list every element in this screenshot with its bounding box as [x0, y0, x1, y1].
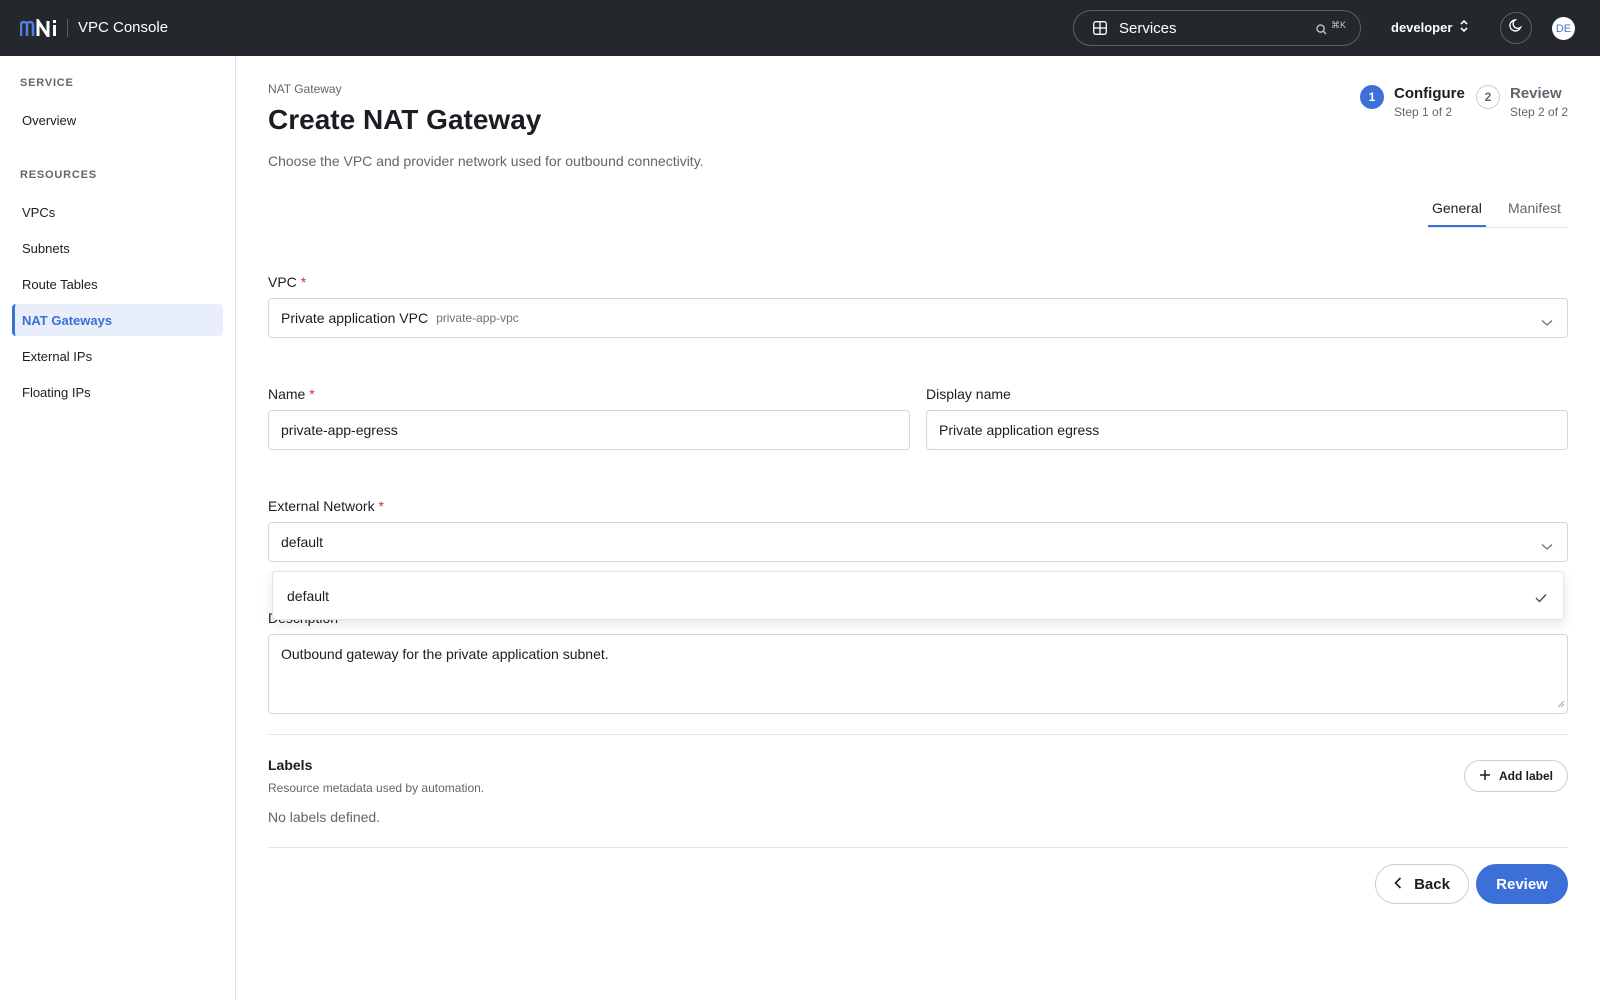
plus-icon	[1479, 769, 1491, 784]
step-configure[interactable]: 1 Configure Step 1 of 2	[1360, 85, 1465, 119]
services-label: Services	[1119, 20, 1177, 37]
sidebar-item-nat-gateways[interactable]: NAT Gateways	[12, 304, 223, 336]
add-label-button[interactable]: Add label	[1464, 760, 1568, 792]
vpc-label-text: VPC	[268, 274, 297, 290]
sidebar: SERVICE Overview RESOURCES VPCs Subnets …	[0, 56, 236, 1000]
breadcrumb[interactable]: NAT Gateway	[268, 82, 342, 96]
chevron-updown-icon	[1459, 19, 1469, 36]
chevron-left-icon	[1394, 876, 1402, 893]
display-name-input[interactable]: Private application egress	[926, 410, 1568, 450]
theme-toggle-button[interactable]	[1500, 12, 1532, 44]
external-network-dropdown: default	[272, 571, 1564, 620]
sidebar-heading-service: SERVICE	[20, 77, 74, 89]
tab-manifest[interactable]: Manifest	[1508, 200, 1561, 216]
app-title[interactable]: VPC Console	[78, 19, 168, 36]
main-content: NAT Gateway Create NAT Gateway Choose th…	[236, 56, 1600, 1000]
step-subtitle: Step 1 of 2	[1394, 105, 1453, 119]
top-bar: VPC Console Services ⌘K developer DE	[0, 0, 1600, 56]
project-name: developer	[1391, 20, 1453, 35]
external-network-label-text: External Network	[268, 498, 375, 514]
name-input[interactable]: private-app-egress	[268, 410, 910, 450]
step-title: Review	[1510, 85, 1562, 102]
resize-handle-icon[interactable]	[1557, 695, 1565, 711]
vpc-selected-value: Private application VPC	[281, 310, 429, 326]
page-subtitle: Choose the VPC and provider network used…	[268, 153, 704, 169]
back-label: Back	[1414, 875, 1450, 893]
chevron-down-icon	[1541, 538, 1553, 554]
external-network-label: External Network *	[268, 498, 384, 514]
description-value: Outbound gateway for the private applica…	[281, 646, 609, 662]
logo-divider	[67, 19, 68, 37]
step-number: 2	[1476, 85, 1500, 109]
mni-logo[interactable]	[20, 17, 58, 39]
description-textarea[interactable]: Outbound gateway for the private applica…	[268, 634, 1568, 714]
footer-divider	[268, 847, 1568, 848]
sidebar-item-external-ips[interactable]: External IPs	[12, 340, 223, 372]
services-search[interactable]: Services ⌘K	[1073, 10, 1361, 46]
step-title: Configure	[1394, 85, 1465, 102]
required-marker: *	[378, 498, 384, 514]
section-divider	[268, 734, 1568, 735]
review-button[interactable]: Review	[1476, 864, 1568, 904]
back-button[interactable]: Back	[1375, 864, 1469, 904]
add-label-text: Add label	[1498, 769, 1553, 783]
grid-icon	[1093, 21, 1107, 39]
check-icon	[1535, 590, 1547, 606]
required-marker: *	[300, 274, 307, 290]
vpc-label: VPC *	[268, 274, 306, 290]
sidebar-item-floating-ips[interactable]: Floating IPs	[12, 376, 223, 408]
shortcut-hint: ⌘K	[1331, 20, 1347, 30]
sidebar-item-overview[interactable]: Overview	[12, 104, 223, 136]
sidebar-item-vpcs[interactable]: VPCs	[12, 196, 223, 228]
name-label: Name *	[268, 386, 315, 402]
vpc-selected-id: private-app-vpc	[436, 311, 519, 325]
search-icon	[1316, 22, 1327, 39]
labels-title: Labels	[268, 757, 313, 773]
sidebar-heading-resources: RESOURCES	[20, 169, 97, 181]
required-marker: *	[309, 386, 315, 402]
dropdown-option-default[interactable]: default	[287, 588, 329, 604]
chevron-down-icon	[1541, 314, 1553, 330]
sidebar-item-subnets[interactable]: Subnets	[12, 232, 223, 264]
external-network-value: default	[281, 534, 324, 550]
labels-empty-state: No labels defined.	[268, 809, 381, 825]
step-subtitle: Step 2 of 2	[1510, 105, 1569, 119]
external-network-select[interactable]: default	[268, 522, 1568, 562]
page-title: Create NAT Gateway	[268, 104, 542, 135]
moon-icon	[1508, 18, 1524, 38]
step-number: 1	[1360, 85, 1384, 109]
vpc-select[interactable]: Private application VPC private-app-vpc	[268, 298, 1568, 338]
name-label-text: Name	[268, 386, 306, 402]
display-name-label: Display name	[926, 386, 1011, 402]
active-tab-indicator	[1428, 225, 1486, 227]
labels-subtitle: Resource metadata used by automation.	[268, 781, 485, 795]
tab-bar: General Manifest	[1428, 188, 1568, 228]
sidebar-item-route-tables[interactable]: Route Tables	[12, 268, 223, 300]
step-review[interactable]: 2 Review Step 2 of 2	[1476, 85, 1568, 119]
avatar[interactable]: DE	[1552, 17, 1575, 40]
tab-general[interactable]: General	[1432, 200, 1482, 216]
project-selector[interactable]: developer	[1391, 19, 1469, 36]
